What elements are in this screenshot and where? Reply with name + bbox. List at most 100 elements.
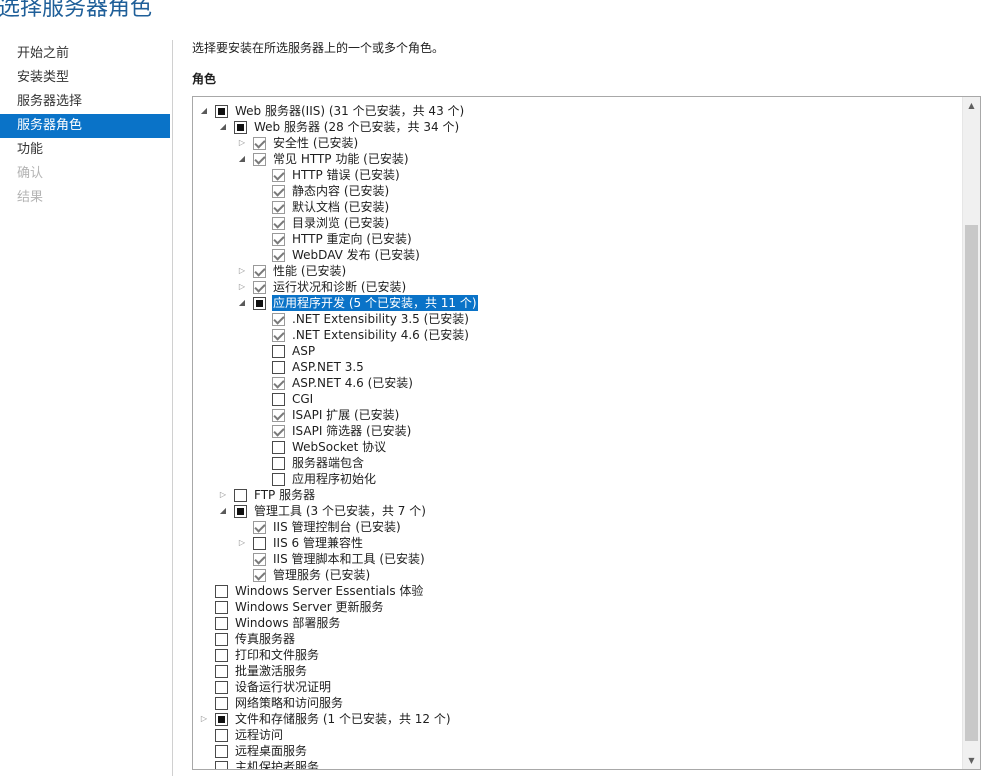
- role-checkbox[interactable]: [215, 761, 228, 769]
- role-label[interactable]: 默认文档 (已安装): [291, 199, 390, 215]
- tree-row[interactable]: 静态内容 (已安装): [193, 183, 962, 199]
- tree-row[interactable]: 传真服务器: [193, 631, 962, 647]
- role-label[interactable]: HTTP 重定向 (已安装): [291, 231, 413, 247]
- role-label[interactable]: 应用程序开发 (5 个已安装，共 11 个): [272, 295, 478, 311]
- role-checkbox[interactable]: [215, 633, 228, 646]
- role-checkbox[interactable]: [215, 665, 228, 678]
- role-label[interactable]: ASP: [291, 343, 316, 359]
- tree-row[interactable]: ▷ 运行状况和诊断 (已安装): [193, 279, 962, 295]
- role-label[interactable]: ISAPI 扩展 (已安装): [291, 407, 400, 423]
- role-checkbox[interactable]: [272, 457, 285, 470]
- tree-row[interactable]: WebSocket 协议: [193, 439, 962, 455]
- role-checkbox[interactable]: [272, 185, 285, 198]
- role-checkbox[interactable]: [272, 425, 285, 438]
- role-label[interactable]: 批量激活服务: [234, 663, 308, 679]
- expanded-arrow-icon[interactable]: ◢: [199, 103, 209, 119]
- role-checkbox[interactable]: [234, 121, 247, 134]
- role-checkbox[interactable]: [215, 697, 228, 710]
- tree-row[interactable]: ISAPI 筛选器 (已安装): [193, 423, 962, 439]
- tree-row[interactable]: 远程访问: [193, 727, 962, 743]
- role-label[interactable]: Windows Server 更新服务: [234, 599, 385, 615]
- role-label[interactable]: 管理服务 (已安装): [272, 567, 371, 583]
- role-checkbox[interactable]: [253, 297, 266, 310]
- role-checkbox[interactable]: [272, 441, 285, 454]
- role-label[interactable]: 性能 (已安装): [272, 263, 347, 279]
- role-label[interactable]: .NET Extensibility 3.5 (已安装): [291, 311, 470, 327]
- role-checkbox[interactable]: [215, 585, 228, 598]
- expanded-arrow-icon[interactable]: ◢: [218, 503, 228, 519]
- role-checkbox[interactable]: [253, 281, 266, 294]
- role-checkbox[interactable]: [253, 265, 266, 278]
- tree-row[interactable]: CGI: [193, 391, 962, 407]
- role-label[interactable]: 文件和存储服务 (1 个已安装，共 12 个): [234, 711, 452, 727]
- role-checkbox[interactable]: [215, 729, 228, 742]
- tree-row[interactable]: 服务器端包含: [193, 455, 962, 471]
- tree-row[interactable]: 应用程序初始化: [193, 471, 962, 487]
- expanded-arrow-icon[interactable]: ◢: [218, 119, 228, 135]
- role-checkbox[interactable]: [253, 553, 266, 566]
- tree-row[interactable]: .NET Extensibility 4.6 (已安装): [193, 327, 962, 343]
- role-checkbox[interactable]: [215, 713, 228, 726]
- role-checkbox[interactable]: [272, 409, 285, 422]
- role-label[interactable]: 安全性 (已安装): [272, 135, 359, 151]
- role-label[interactable]: IIS 6 管理兼容性: [272, 535, 364, 551]
- tree-row[interactable]: ▷ 性能 (已安装): [193, 263, 962, 279]
- role-checkbox[interactable]: [215, 601, 228, 614]
- role-label[interactable]: FTP 服务器: [253, 487, 316, 503]
- role-label[interactable]: ASP.NET 4.6 (已安装): [291, 375, 414, 391]
- scroll-down-arrow-icon[interactable]: ▼: [963, 752, 980, 769]
- tree-scrollbar[interactable]: ▲ ▼: [962, 97, 980, 769]
- role-label[interactable]: ASP.NET 3.5: [291, 359, 365, 375]
- tree-row[interactable]: ◢ Web 服务器(IIS) (31 个已安装，共 43 个): [193, 103, 962, 119]
- role-label[interactable]: 打印和文件服务: [234, 647, 320, 663]
- tree-row[interactable]: ▷ 安全性 (已安装): [193, 135, 962, 151]
- nav-item[interactable]: 功能: [0, 138, 170, 162]
- role-label[interactable]: .NET Extensibility 4.6 (已安装): [291, 327, 470, 343]
- role-label[interactable]: ISAPI 筛选器 (已安装): [291, 423, 412, 439]
- tree-row[interactable]: 设备运行状况证明: [193, 679, 962, 695]
- tree-row[interactable]: Windows Server 更新服务: [193, 599, 962, 615]
- collapsed-arrow-icon[interactable]: ▷: [237, 535, 247, 551]
- role-label[interactable]: Web 服务器 (28 个已安装，共 34 个): [253, 119, 460, 135]
- roles-tree[interactable]: ◢ Web 服务器(IIS) (31 个已安装，共 43 个) ◢ Web 服务器 (…: [192, 96, 981, 770]
- role-label[interactable]: 静态内容 (已安装): [291, 183, 390, 199]
- tree-row[interactable]: ◢ 管理工具 (3 个已安装，共 7 个): [193, 503, 962, 519]
- role-label[interactable]: HTTP 错误 (已安装): [291, 167, 401, 183]
- role-label[interactable]: 管理工具 (3 个已安装，共 7 个): [253, 503, 427, 519]
- role-checkbox[interactable]: [272, 377, 285, 390]
- tree-row[interactable]: ▷ FTP 服务器: [193, 487, 962, 503]
- tree-row[interactable]: ◢ Web 服务器 (28 个已安装，共 34 个): [193, 119, 962, 135]
- role-label[interactable]: IIS 管理脚本和工具 (已安装): [272, 551, 426, 567]
- tree-row[interactable]: ASP.NET 3.5: [193, 359, 962, 375]
- role-checkbox[interactable]: [272, 393, 285, 406]
- tree-row[interactable]: 默认文档 (已安装): [193, 199, 962, 215]
- role-label[interactable]: CGI: [291, 391, 314, 407]
- role-checkbox[interactable]: [272, 201, 285, 214]
- role-label[interactable]: IIS 管理控制台 (已安装): [272, 519, 402, 535]
- role-checkbox[interactable]: [215, 681, 228, 694]
- role-label[interactable]: 设备运行状况证明: [234, 679, 332, 695]
- role-label[interactable]: Windows Server Essentials 体验: [234, 583, 424, 599]
- nav-item[interactable]: 安装类型: [0, 66, 170, 90]
- tree-row[interactable]: Windows 部署服务: [193, 615, 962, 631]
- collapsed-arrow-icon[interactable]: ▷: [237, 263, 247, 279]
- tree-row[interactable]: ◢ 应用程序开发 (5 个已安装，共 11 个): [193, 295, 962, 311]
- role-label[interactable]: 远程桌面服务: [234, 743, 308, 759]
- tree-row[interactable]: ASP.NET 4.6 (已安装): [193, 375, 962, 391]
- role-checkbox[interactable]: [215, 745, 228, 758]
- role-checkbox[interactable]: [215, 617, 228, 630]
- role-checkbox[interactable]: [272, 473, 285, 486]
- tree-row[interactable]: 管理服务 (已安装): [193, 567, 962, 583]
- role-label[interactable]: WebDAV 发布 (已安装): [291, 247, 421, 263]
- tree-row[interactable]: IIS 管理脚本和工具 (已安装): [193, 551, 962, 567]
- tree-row[interactable]: IIS 管理控制台 (已安装): [193, 519, 962, 535]
- tree-row[interactable]: Windows Server Essentials 体验: [193, 583, 962, 599]
- role-label[interactable]: 远程访问: [234, 727, 284, 743]
- role-checkbox[interactable]: [272, 217, 285, 230]
- tree-row[interactable]: ISAPI 扩展 (已安装): [193, 407, 962, 423]
- role-checkbox[interactable]: [234, 505, 247, 518]
- collapsed-arrow-icon[interactable]: ▷: [237, 279, 247, 295]
- role-label[interactable]: Windows 部署服务: [234, 615, 341, 631]
- role-label[interactable]: 运行状况和诊断 (已安装): [272, 279, 407, 295]
- role-label[interactable]: 网络策略和访问服务: [234, 695, 344, 711]
